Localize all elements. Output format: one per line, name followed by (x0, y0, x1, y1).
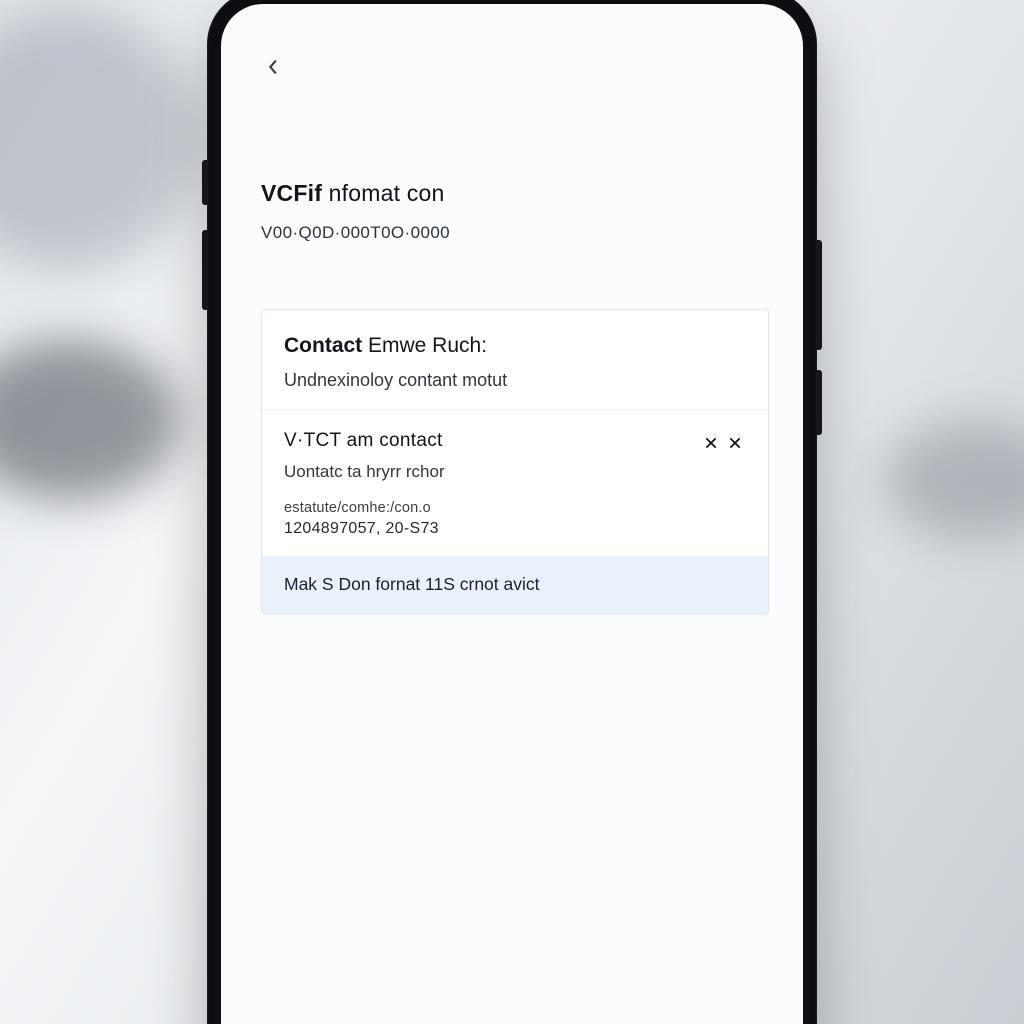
back-button[interactable] (257, 50, 291, 84)
contact-subtitle: Undnexinoloy contant motut (284, 370, 746, 391)
app-root: VCFif nfomat con V00·Q0D·000T0O·0000 Con… (221, 4, 803, 614)
item-title: V·TCT am contact (284, 430, 688, 452)
item-actions (700, 432, 746, 454)
chevron-left-icon (263, 56, 285, 78)
dismiss-button-1[interactable] (700, 432, 722, 454)
contact-title-bold: Contact (284, 334, 362, 357)
page-title: VCFif nfomat con (261, 180, 769, 207)
contact-title: Contact Emwe Ruch: (284, 334, 746, 358)
item-meta-code: 1204897057, 20-S73 (284, 520, 688, 538)
card-section-item: V·TCT am contact Uontatc ta hryrr rchor … (262, 410, 768, 556)
page-title-bold: VCFif (261, 180, 322, 206)
phone-screen: VCFif nfomat con V00·Q0D·000T0O·0000 Con… (221, 4, 803, 1024)
card-section-contact: Contact Emwe Ruch: Undnexinoloy contant … (262, 310, 768, 409)
item-subtitle: Uontatc ta hryrr rchor (284, 462, 688, 482)
page-subtitle: V00·Q0D·000T0O·0000 (261, 223, 769, 243)
contact-card: Contact Emwe Ruch: Undnexinoloy contant … (261, 309, 769, 614)
item-meta-path: estatute/comhe:/con.o (284, 500, 688, 516)
close-icon (727, 435, 743, 451)
dismiss-button-2[interactable] (724, 432, 746, 454)
contact-title-rest: Emwe Ruch: (362, 334, 487, 357)
action-banner[interactable]: Mak S Don fornat 11S crnot avict (262, 556, 768, 613)
page-title-rest: nfomat con (322, 180, 444, 206)
close-icon (703, 435, 719, 451)
page-header: VCFif nfomat con V00·Q0D·000T0O·0000 (261, 180, 769, 243)
phone-frame: VCFif nfomat con V00·Q0D·000T0O·0000 Con… (207, 0, 817, 1024)
